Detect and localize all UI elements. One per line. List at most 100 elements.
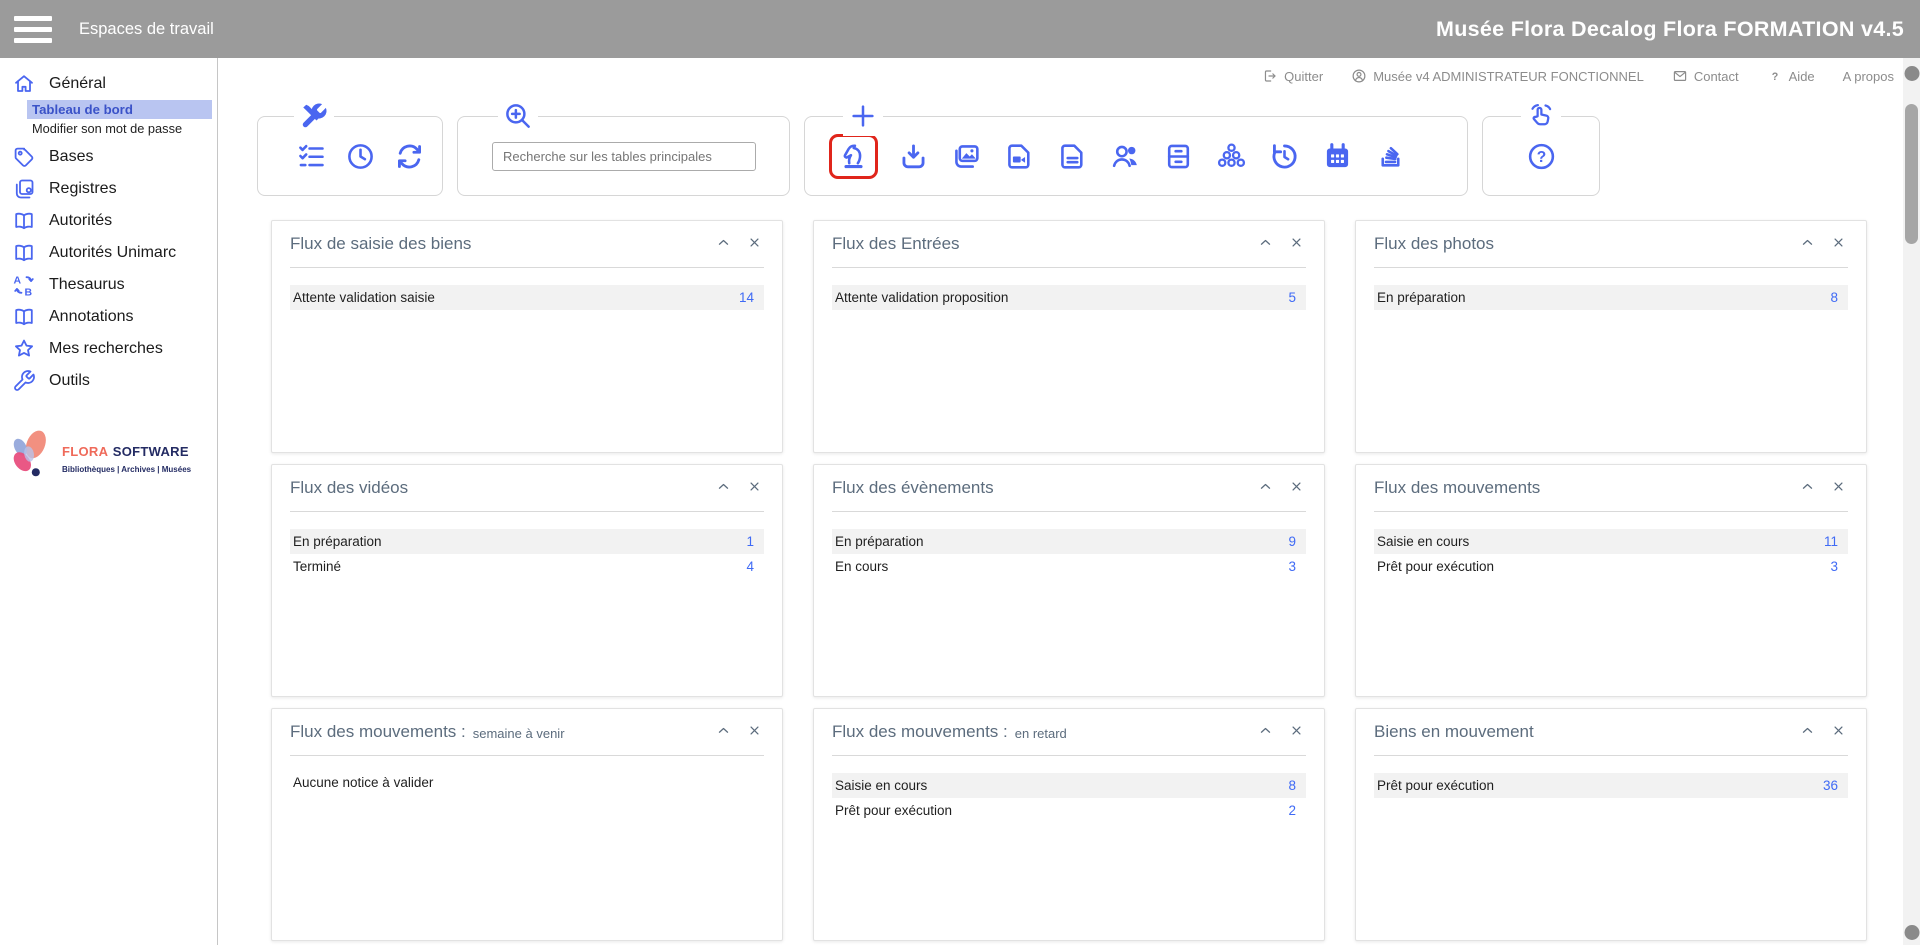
toolbar: ? [257, 116, 1920, 196]
sidebar-subitem-modifier-son-mot-de-passe[interactable]: Modifier son mot de passe [27, 119, 217, 138]
card-status-row[interactable]: En cours3 [832, 554, 1306, 579]
hamburger-menu-icon[interactable] [14, 16, 52, 43]
chess-knight-button[interactable] [829, 134, 878, 179]
video-file-icon [1004, 141, 1035, 172]
sidebar-item-registres[interactable]: Registres [0, 173, 217, 205]
collapse-card-button[interactable] [1798, 477, 1817, 499]
video-file-button[interactable] [1004, 141, 1035, 172]
sidebar-item-autorit-s-unimarc[interactable]: Autorités Unimarc [0, 237, 217, 269]
card-row-label: Saisie en cours [835, 778, 927, 793]
scroll-up-button[interactable] [1904, 66, 1919, 81]
close-card-button[interactable] [1287, 233, 1306, 255]
checklist-icon [296, 141, 327, 172]
userbar-item-contact[interactable]: Contact [1672, 68, 1739, 84]
card-row-label: Saisie en cours [1377, 534, 1469, 549]
close-icon [1289, 235, 1304, 250]
card-status-row[interactable]: Saisie en cours11 [1374, 529, 1848, 554]
close-card-button[interactable] [1287, 477, 1306, 499]
card-status-row[interactable]: Saisie en cours8 [832, 773, 1306, 798]
toolbar-group-legend [498, 101, 538, 136]
card-row-value: 36 [1823, 778, 1838, 793]
scrollbar-thumb[interactable] [1905, 104, 1918, 244]
close-card-button[interactable] [1829, 721, 1848, 743]
userbar-item-label: Quitter [1284, 69, 1323, 84]
stack-button[interactable] [1375, 141, 1406, 172]
card-status-row[interactable]: Prêt pour exécution36 [1374, 773, 1848, 798]
calendar-icon [1322, 141, 1353, 172]
close-card-button[interactable] [745, 477, 764, 499]
card-row-label: Prêt pour exécution [835, 803, 952, 818]
card-header: Flux de saisie des biens [290, 221, 764, 267]
collapse-card-button[interactable] [1256, 233, 1275, 255]
card-controls [714, 233, 764, 255]
close-card-button[interactable] [745, 721, 764, 743]
card-row-label: En préparation [293, 534, 382, 549]
checklist-button[interactable] [296, 141, 327, 172]
close-card-button[interactable] [1287, 721, 1306, 743]
close-card-button[interactable] [745, 233, 764, 255]
clock-button[interactable] [345, 141, 376, 172]
sidebar-item-mes-recherches[interactable]: Mes recherches [0, 333, 217, 365]
collapse-card-button[interactable] [1798, 721, 1817, 743]
help-button[interactable]: ? [1526, 141, 1557, 172]
close-card-button[interactable] [1829, 477, 1848, 499]
cluster-button[interactable] [1216, 141, 1247, 172]
userbar-item-aide[interactable]: ?Aide [1767, 68, 1815, 84]
main-area: Quitter Musée v4 ADMINISTRATEUR FONCTIONN… [219, 58, 1920, 945]
card-message: Aucune notice à valider [290, 773, 764, 792]
card-status-row[interactable]: En préparation8 [1374, 285, 1848, 310]
cluster-icon [1216, 141, 1247, 172]
card-title: Flux des Entrées [832, 234, 960, 254]
users-button[interactable] [1110, 141, 1141, 172]
collapse-card-button[interactable] [1798, 233, 1817, 255]
card-controls [1256, 477, 1306, 499]
star-icon [12, 337, 36, 361]
images-button[interactable] [951, 141, 982, 172]
sidebar-item-outils[interactable]: Outils [0, 365, 217, 397]
toolbar-group-legend [294, 101, 334, 136]
collapse-card-button[interactable] [714, 477, 733, 499]
import-button[interactable] [898, 141, 929, 172]
userbar-item-quitter[interactable]: Quitter [1262, 68, 1323, 84]
cabinet-button[interactable] [1163, 141, 1194, 172]
sidebar-item-autorit-s[interactable]: Autorités [0, 205, 217, 237]
card-row-label: Prêt pour exécution [1377, 559, 1494, 574]
card-status-row[interactable]: Prêt pour exécution3 [1374, 554, 1848, 579]
document-button[interactable] [1057, 141, 1088, 172]
card-header: Flux des Entrées [832, 221, 1306, 267]
card-body: Attente validation proposition5 [832, 285, 1306, 310]
card-status-row[interactable]: Terminé4 [290, 554, 764, 579]
card-title: Biens en mouvement [1374, 722, 1534, 742]
collapse-card-button[interactable] [714, 721, 733, 743]
flora-butterfly-icon [6, 427, 56, 481]
userbar-item-mus-e-v4-administrateur-fonctionnel[interactable]: Musée v4 ADMINISTRATEUR FONCTIONNEL [1351, 68, 1644, 84]
sidebar-item-g-n-ral[interactable]: Général [0, 68, 217, 100]
sidebar-item-thesaurus[interactable]: ABThesaurus [0, 269, 217, 301]
dashboard-card: Flux des photosEn préparation8 [1355, 220, 1867, 453]
card-status-row[interactable]: Prêt pour exécution2 [832, 798, 1306, 823]
card-divider [832, 755, 1306, 756]
card-status-row[interactable]: Attente validation saisie14 [290, 285, 764, 310]
refresh-button[interactable] [394, 141, 425, 172]
collapse-card-button[interactable] [1256, 721, 1275, 743]
sidebar-item-label: Annotations [49, 308, 134, 326]
collapse-card-button[interactable] [1256, 477, 1275, 499]
scroll-down-button[interactable] [1904, 925, 1919, 940]
userbar-item-a-propos[interactable]: A propos [1843, 69, 1894, 84]
sidebar-item-annotations[interactable]: Annotations [0, 301, 217, 333]
card-status-row[interactable]: En préparation1 [290, 529, 764, 554]
close-card-button[interactable] [1829, 233, 1848, 255]
plus-icon [848, 101, 878, 131]
search-input[interactable] [492, 142, 756, 171]
card-divider [1374, 755, 1848, 756]
calendar-button[interactable] [1322, 141, 1353, 172]
card-status-row[interactable]: En préparation9 [832, 529, 1306, 554]
dashboard-card: Flux des mouvements :en retardSaisie en … [813, 708, 1325, 941]
vertical-scrollbar[interactable] [1903, 58, 1920, 945]
card-status-row[interactable]: Attente validation proposition5 [832, 285, 1306, 310]
import-icon [898, 141, 929, 172]
history-button[interactable] [1269, 141, 1300, 172]
collapse-card-button[interactable] [714, 233, 733, 255]
sidebar-subitem-tableau-de-bord[interactable]: Tableau de bord [27, 100, 212, 119]
sidebar-item-bases[interactable]: Bases [0, 141, 217, 173]
